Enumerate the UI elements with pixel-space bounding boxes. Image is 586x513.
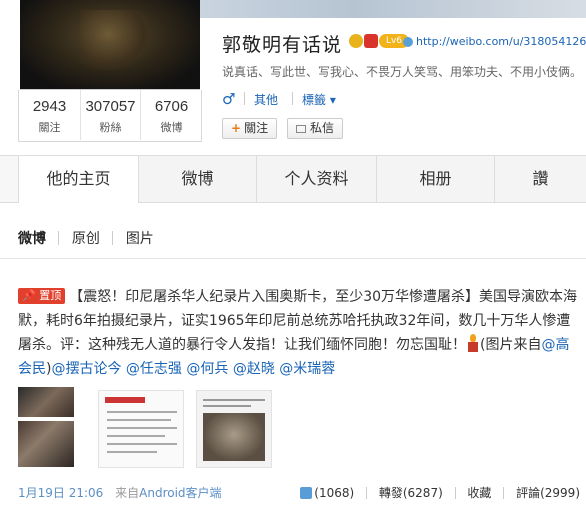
- thumbnail-photo: [203, 413, 265, 461]
- thumbnail-line: [107, 419, 171, 421]
- tab-weibo[interactable]: 微博: [138, 156, 256, 202]
- filter-weibo[interactable]: 微博: [18, 228, 46, 248]
- profile-url-text[interactable]: http://weibo.com/u/3180541260: [416, 35, 586, 48]
- thumbnail-line: [107, 411, 177, 413]
- filter-original[interactable]: 原创: [72, 228, 100, 248]
- profile-motto: 说真话、写此世、写我心、不畏万人笑骂、用笨功夫、不用小伎俩。: [222, 65, 583, 79]
- thumbnail-line: [203, 405, 251, 407]
- divider: [366, 486, 368, 499]
- follow-button-label: 關注: [244, 121, 269, 135]
- profile-name: 郭敬明有话说: [222, 34, 343, 56]
- profile-stats: 2943 關注 307057 粉絲 6706 微博: [18, 90, 202, 142]
- thumbnail-line: [107, 435, 165, 437]
- post-actions: (1068) 轉發(6287) 收藏 評論(2999): [300, 484, 580, 501]
- follow-button[interactable]: + 關注: [222, 118, 278, 139]
- stat-following[interactable]: 2943 關注: [19, 90, 80, 140]
- post-image-thumbnail[interactable]: [18, 387, 74, 417]
- stat-posts-label: 微博: [160, 121, 183, 134]
- vip-icon[interactable]: [364, 33, 378, 48]
- mail-icon: [296, 124, 306, 133]
- source-link[interactable]: Android客户端: [139, 486, 221, 500]
- mention-link[interactable]: @何兵: [186, 361, 228, 377]
- divider: [244, 92, 245, 105]
- mention-link[interactable]: @摆古论今: [51, 361, 121, 377]
- message-button[interactable]: 私信: [287, 118, 344, 139]
- mention-link[interactable]: @米瑞蓉: [279, 361, 335, 377]
- stat-followers-count: 307057: [85, 98, 136, 115]
- thumbnail-line: [107, 451, 157, 453]
- divider: [58, 231, 60, 245]
- tab-album[interactable]: 相册: [376, 156, 494, 202]
- thumbnail-line: [107, 427, 177, 429]
- post-text: 📌 置顶 【震怒！印尼屠杀华人纪录片入围奥斯卡，至少30万华惨遭屠杀】美国导演欧本…: [18, 285, 580, 381]
- feed-filter: 微博 原创 图片: [18, 228, 154, 248]
- thumbnail-line: [107, 443, 177, 445]
- location-link[interactable]: 其他: [254, 91, 278, 108]
- divider: [0, 258, 586, 259]
- pinned-badge: 📌 置顶: [18, 288, 66, 304]
- like-count: (1068): [314, 485, 355, 500]
- comment-button[interactable]: 評論(2999): [516, 484, 580, 501]
- verification-badges: Lv6: [349, 33, 410, 49]
- post-image-thumbnail[interactable]: [18, 421, 74, 467]
- tab-likes[interactable]: 讚: [494, 156, 586, 202]
- stat-following-label: 關注: [38, 121, 61, 134]
- mention-link[interactable]: @赵晓: [233, 361, 275, 377]
- divider: [112, 231, 114, 245]
- pinned-label: 置顶: [39, 289, 62, 302]
- tags-dropdown[interactable]: 標籤 ▾: [302, 91, 336, 108]
- stat-following-count: 2943: [32, 98, 67, 115]
- collect-button[interactable]: 收藏: [467, 484, 491, 501]
- post-time[interactable]: 1月19日 21:06: [18, 486, 103, 500]
- plus-icon: +: [231, 121, 242, 135]
- like-button[interactable]: (1068): [300, 485, 354, 500]
- tab-home[interactable]: 他的主页: [18, 156, 138, 203]
- repost-button[interactable]: 轉發(6287): [379, 484, 443, 501]
- stat-posts-count: 6706: [154, 98, 189, 115]
- thumbnail-header: [105, 397, 145, 403]
- thumbnail-line: [203, 399, 265, 401]
- post-credit-prefix: (图片来自: [480, 337, 542, 353]
- thumbs-up-icon: [300, 486, 313, 499]
- crown-icon[interactable]: [349, 33, 363, 48]
- divider: [503, 486, 505, 499]
- stat-followers[interactable]: 307057 粉絲: [80, 90, 141, 140]
- divider: [292, 92, 293, 105]
- stat-followers-label: 粉絲: [99, 121, 122, 134]
- profile-url[interactable]: http://weibo.com/u/3180541260: [403, 35, 586, 48]
- profile-banner: [200, 0, 586, 18]
- globe-icon: [403, 37, 413, 47]
- candle-icon: [466, 334, 480, 352]
- tab-profile-info[interactable]: 个人资料: [256, 156, 376, 202]
- source-prefix: 来自: [115, 486, 140, 500]
- filter-pictures[interactable]: 图片: [126, 228, 154, 248]
- avatar[interactable]: [20, 0, 200, 90]
- stat-posts[interactable]: 6706 微博: [141, 90, 202, 140]
- post-image-thumbnail[interactable]: [98, 390, 184, 468]
- male-icon: ♂: [222, 90, 236, 108]
- message-button-label: 私信: [310, 121, 335, 135]
- profile-tabs: 他的主页 微博 个人资料 相册 讚: [0, 155, 586, 203]
- mention-link[interactable]: @任志强: [126, 361, 182, 377]
- post-image-thumbnail[interactable]: [196, 390, 272, 468]
- divider: [454, 486, 456, 499]
